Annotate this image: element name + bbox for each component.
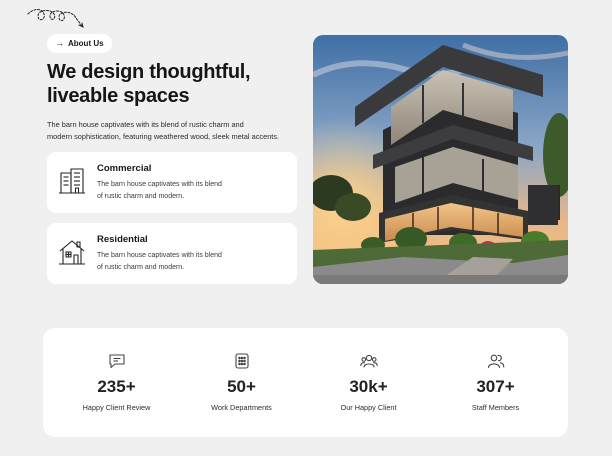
stat-label: Happy Client Review	[82, 403, 151, 412]
building-grid-icon	[235, 353, 249, 369]
chat-bubble-icon	[109, 354, 125, 369]
headline-line-2: liveable spaces	[47, 85, 190, 107]
intro-line-2: modern sophistication, featuring weather…	[47, 132, 280, 141]
service-title: Commercial	[97, 163, 152, 174]
service-description: The barn house captivates with its blend…	[97, 250, 247, 273]
stat-label: Our Happy Client	[340, 403, 397, 412]
stat-value: 235+	[97, 377, 136, 396]
intro-text: The barn house captivates with its blend…	[47, 119, 297, 143]
stat-our-happy-client: 30k+ Our Happy Client	[303, 328, 434, 437]
service-card-residential[interactable]: Residential The barn house captivates wi…	[47, 223, 297, 284]
stat-happy-client-review: 235+ Happy Client Review	[51, 328, 182, 437]
stats-panel: 235+ Happy Client Review 50+ Work Depart…	[43, 328, 568, 437]
service-title: Residential	[97, 234, 148, 245]
service-card-commercial[interactable]: Commercial The barn house captivates wit…	[47, 152, 297, 213]
about-us-button[interactable]: → About Us	[47, 34, 112, 53]
service-desc-line-2: of rustic charm and modern.	[97, 263, 185, 271]
stat-work-departments: 50+ Work Departments	[176, 328, 307, 437]
squiggle-doodle-icon	[27, 9, 84, 28]
service-desc-line-1: The barn house captivates with its blend	[97, 181, 222, 188]
house-icon	[59, 240, 85, 265]
stat-value: 307+	[476, 377, 515, 396]
page-title: We design thoughtful, liveable spaces	[47, 60, 297, 108]
modern-house-photo	[313, 35, 568, 284]
stat-label: Work Departments	[211, 403, 272, 412]
user-group-icon	[487, 354, 505, 369]
service-desc-line-1: The barn house captivates with its blend	[97, 252, 222, 259]
arrow-right-icon: →	[55, 38, 64, 48]
about-us-label: About Us	[68, 39, 104, 48]
office-building-icon	[59, 168, 85, 194]
stat-staff-members: 307+ Staff Members	[430, 328, 561, 437]
stat-value: 30k+	[349, 377, 388, 396]
stat-value: 50+	[227, 377, 256, 396]
stat-label: Staff Members	[471, 403, 520, 412]
users-icon	[360, 354, 378, 368]
service-desc-line-2: of rustic charm and modern.	[97, 192, 185, 200]
headline-line-1: We design thoughtful,	[47, 61, 251, 83]
service-description: The barn house captivates with its blend…	[97, 179, 247, 202]
intro-line-1: The barn house captivates with its blend…	[47, 120, 244, 129]
